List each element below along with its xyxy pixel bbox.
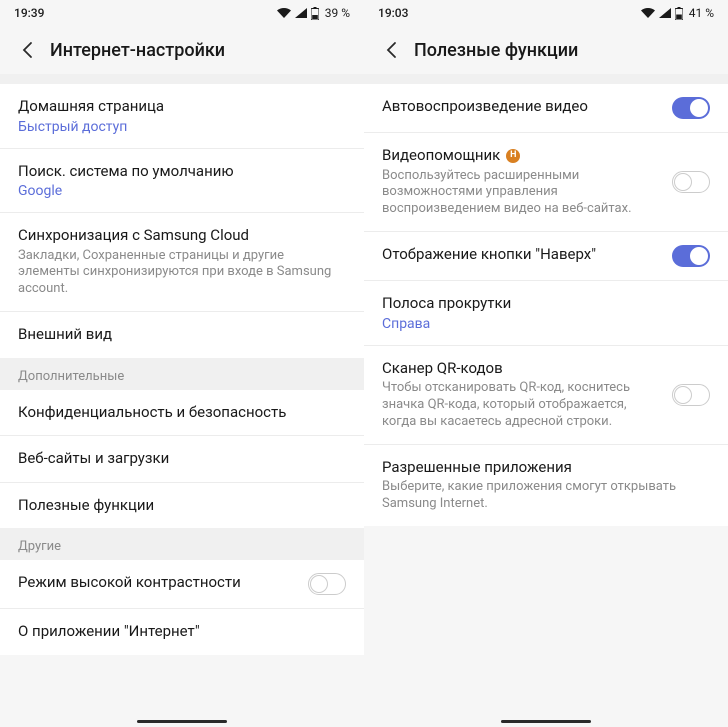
section-header-other: Другие <box>0 528 364 560</box>
item-subtitle: Чтобы отсканировать QR-код, коснитесь зн… <box>382 380 662 431</box>
item-allowed-apps[interactable]: Разрешенные приложения Выберите, какие п… <box>364 445 728 526</box>
item-value: Справа <box>382 316 710 332</box>
toggle-qr-scanner[interactable] <box>672 384 710 406</box>
screen-internet-settings: 19:39 39 % Интернет-настройки Домашняя с… <box>0 0 364 727</box>
item-scrollbar[interactable]: Полоса прокрутки Справа <box>364 281 728 346</box>
item-privacy[interactable]: Конфиденциальность и безопасность <box>0 390 364 437</box>
item-title: Отображение кнопки "Наверх" <box>382 245 662 265</box>
page-title: Интернет-настройки <box>50 40 225 61</box>
item-title: Автовоспроизведение видео <box>382 97 662 117</box>
item-appearance[interactable]: Внешний вид <box>0 312 364 358</box>
item-high-contrast[interactable]: Режим высокой контрастности <box>0 560 364 609</box>
item-title: Конфиденциальность и безопасность <box>18 403 346 423</box>
item-title: Полезные функции <box>18 496 346 516</box>
item-useful-features[interactable]: Полезные функции <box>0 483 364 529</box>
status-icons: 39 % <box>277 6 350 20</box>
status-time: 19:03 <box>378 6 408 20</box>
settings-content: Автовоспроизведение видео ВидеопомощникН… <box>364 74 728 711</box>
battery-percent: 39 % <box>325 6 350 20</box>
signal-icon <box>659 8 671 18</box>
toggle-video-assistant[interactable] <box>672 171 710 193</box>
spacer <box>0 74 364 84</box>
section-header-additional: Дополнительные <box>0 358 364 390</box>
battery-icon <box>675 7 683 20</box>
settings-group-main: Домашняя страница Быстрый доступ Поиск. … <box>0 84 364 358</box>
settings-content: Домашняя страница Быстрый доступ Поиск. … <box>0 74 364 711</box>
item-title: Полоса прокрутки <box>382 294 710 314</box>
item-title: ВидеопомощникН <box>382 146 662 166</box>
statusbar: 19:39 39 % <box>0 0 364 26</box>
item-qr-scanner[interactable]: Сканер QR-кодов Чтобы отсканировать QR-к… <box>364 346 728 445</box>
screen-useful-features: 19:03 41 % Полезные функции Автовоспроиз… <box>364 0 728 727</box>
item-autoplay-video[interactable]: Автовоспроизведение видео <box>364 84 728 133</box>
item-subtitle: Закладки, Сохраненные страницы и другие … <box>18 248 346 299</box>
item-scroll-top-button[interactable]: Отображение кнопки "Наверх" <box>364 232 728 281</box>
back-button[interactable] <box>14 36 42 64</box>
item-sites-downloads[interactable]: Веб-сайты и загрузки <box>0 436 364 483</box>
back-button[interactable] <box>378 36 406 64</box>
settings-group-main: Автовоспроизведение видео ВидеопомощникН… <box>364 84 728 526</box>
item-title: Сканер QR-кодов <box>382 359 662 379</box>
page-title: Полезные функции <box>414 40 578 61</box>
toggle-scroll-top[interactable] <box>672 245 710 267</box>
item-title: Внешний вид <box>18 325 346 345</box>
nav-handle[interactable] <box>501 720 591 723</box>
item-value: Быстрый доступ <box>18 119 346 135</box>
new-badge-icon: Н <box>506 149 520 163</box>
header: Полезные функции <box>364 26 728 74</box>
status-time: 19:39 <box>14 6 44 20</box>
item-title: Поиск. система по умолчанию <box>18 162 346 182</box>
status-icons: 41 % <box>641 6 714 20</box>
item-subtitle: Выберите, какие приложения смогут открыв… <box>382 479 710 513</box>
item-about[interactable]: О приложении "Интернет" <box>0 609 364 655</box>
item-video-assistant[interactable]: ВидеопомощникН Воспользуйтесь расширенны… <box>364 133 728 232</box>
item-value: Google <box>18 183 346 199</box>
battery-icon <box>311 7 319 20</box>
toggle-autoplay[interactable] <box>672 97 710 119</box>
item-title: Синхронизация с Samsung Cloud <box>18 226 346 246</box>
settings-group-additional: Конфиденциальность и безопасность Веб-са… <box>0 390 364 529</box>
statusbar: 19:03 41 % <box>364 0 728 26</box>
signal-icon <box>295 8 307 18</box>
battery-percent: 41 % <box>689 6 714 20</box>
item-samsung-cloud[interactable]: Синхронизация с Samsung Cloud Закладки, … <box>0 213 364 312</box>
settings-group-other: Режим высокой контрастности О приложении… <box>0 560 364 655</box>
item-title: Веб-сайты и загрузки <box>18 449 346 469</box>
item-title: Домашняя страница <box>18 97 346 117</box>
toggle-high-contrast[interactable] <box>308 573 346 595</box>
navbar <box>364 711 728 727</box>
navbar <box>0 711 364 727</box>
item-title: Режим высокой контрастности <box>18 573 298 593</box>
item-title: Разрешенные приложения <box>382 458 710 478</box>
header: Интернет-настройки <box>0 26 364 74</box>
nav-handle[interactable] <box>137 720 227 723</box>
item-homepage[interactable]: Домашняя страница Быстрый доступ <box>0 84 364 149</box>
item-title: О приложении "Интернет" <box>18 622 346 642</box>
item-subtitle: Воспользуйтесь расширенными возможностям… <box>382 168 662 219</box>
item-search-engine[interactable]: Поиск. система по умолчанию Google <box>0 149 364 214</box>
spacer <box>364 74 728 84</box>
wifi-icon <box>277 8 291 18</box>
wifi-icon <box>641 8 655 18</box>
